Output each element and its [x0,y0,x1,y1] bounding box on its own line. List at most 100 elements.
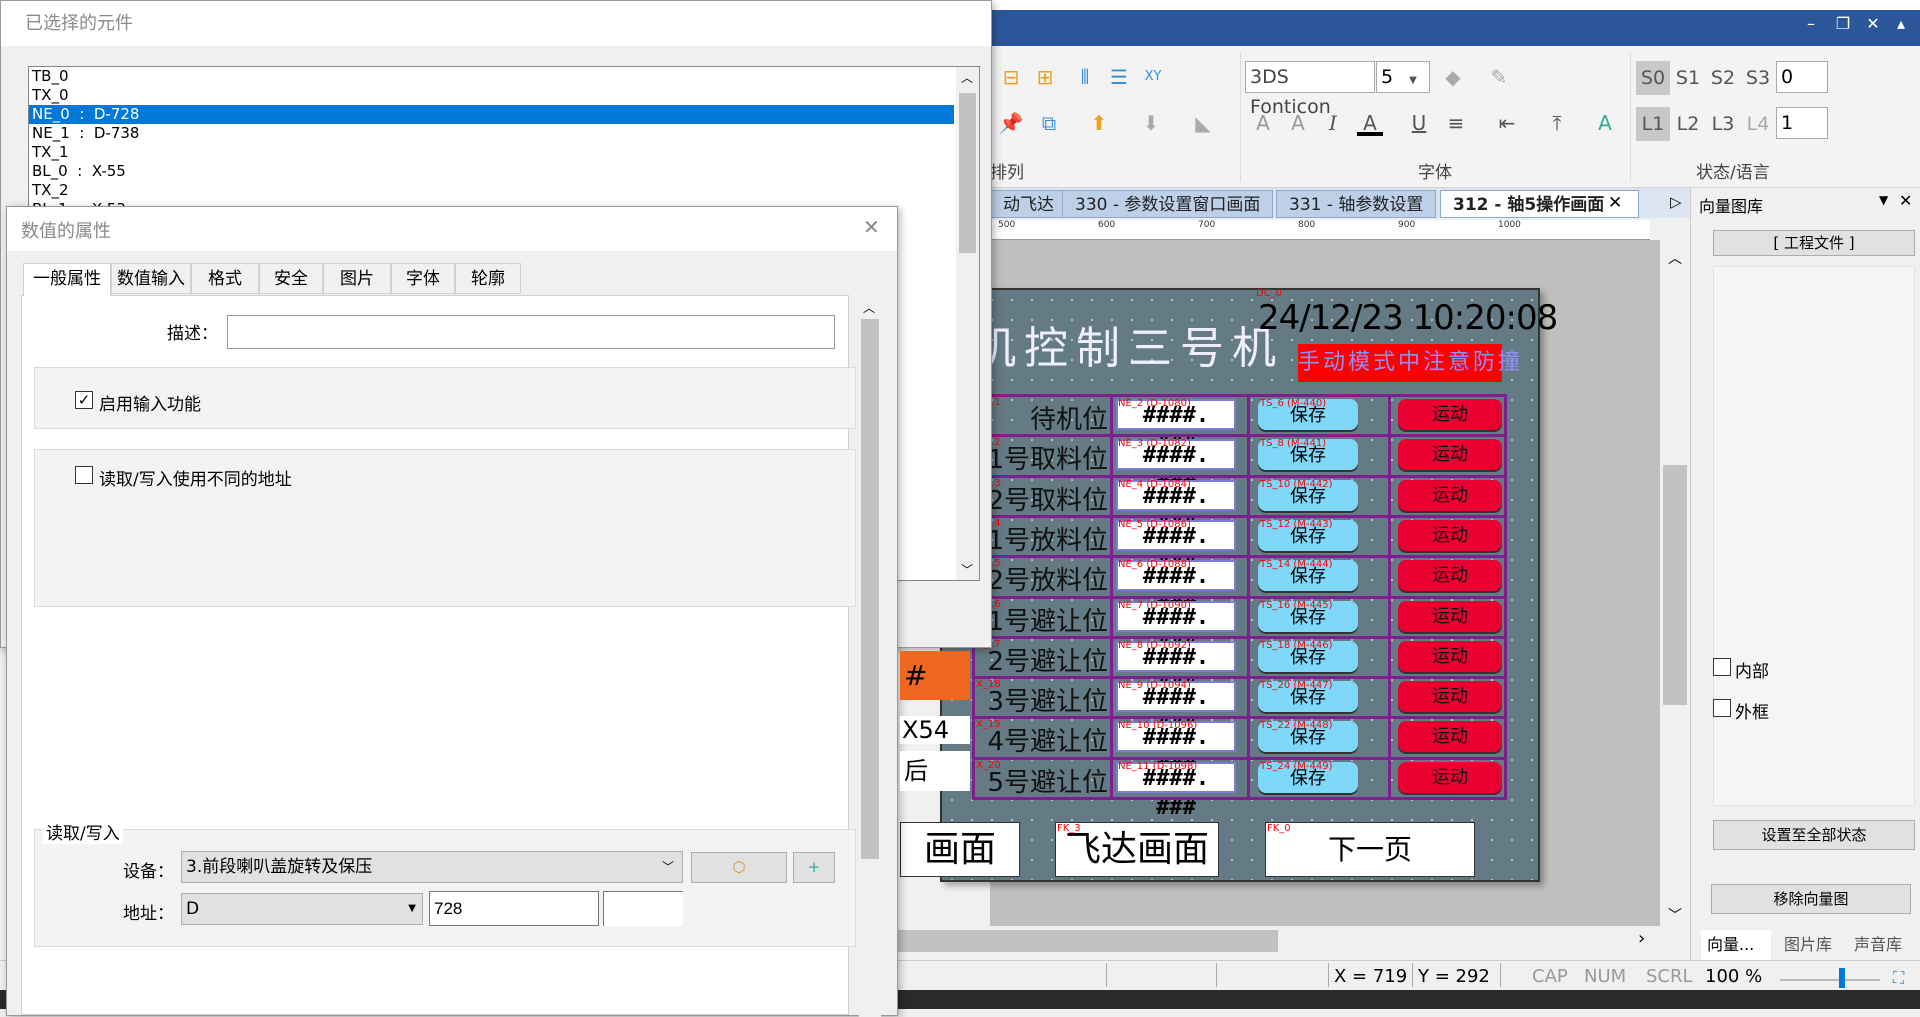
scroll-up-icon[interactable]: ︿ [961,69,973,86]
vertical-scrollbar[interactable]: ︿ ﹀ [1660,240,1690,930]
datetime-display[interactable]: 24/12/23 10:20:08 [1258,298,1558,338]
project-files-button[interactable]: [ 工程文件 ] [1713,230,1915,256]
font-name-combo[interactable]: 3DS Fonticon [1245,61,1375,118]
address-type-select[interactable]: D ▼ [181,893,423,925]
frame-checkbox[interactable] [1713,699,1731,717]
screen-title[interactable]: 机控制三号机 [972,312,1284,376]
run-button[interactable]: 运动 [1398,399,1502,430]
description-input[interactable] [227,315,835,349]
list-item[interactable]: BL_0 : X-55 [29,162,954,181]
x54-lamp[interactable]: X54 [900,716,970,744]
align-center-vertical-icon[interactable]: ⊟ [998,64,1024,90]
panel-menu-icon[interactable]: ▼ [1879,193,1888,207]
scroll-thumb[interactable] [959,93,976,253]
underline-icon[interactable]: U [1406,110,1432,136]
close-icon[interactable]: ✕ [863,215,880,239]
list-item[interactable]: TX_1 [29,143,954,162]
tab-images[interactable]: 图片库 [1773,930,1843,960]
align-text-icon[interactable]: ≡ [1443,110,1469,136]
format-painter-icon[interactable]: ✎ [1486,64,1512,90]
horizontal-scrollbar[interactable]: › [898,926,1660,956]
remove-vector-button[interactable]: 移除向量图 [1711,884,1911,914]
tab-1[interactable]: 一般属性 [23,263,111,296]
run-button[interactable]: 运动 [1398,479,1502,511]
tab-4[interactable]: 安全 [259,263,323,294]
list-item[interactable]: NE_0 : D-728 [29,105,954,124]
tab-3[interactable]: 格式 [191,263,259,294]
state-s2-button[interactable]: S2 [1706,61,1740,95]
text-style-icon[interactable]: A [1592,110,1618,136]
italic-icon[interactable]: I [1320,110,1346,136]
tab-scroll-right-icon[interactable]: ▷ [1670,193,1682,211]
align-center-horizontal-icon[interactable]: ⊞ [1032,64,1058,90]
minimize-button[interactable]: – [1800,14,1822,33]
font-color-icon[interactable]: A [1357,110,1383,136]
panel-close-icon[interactable]: ✕ [1899,191,1912,210]
distribute-vertical-icon[interactable]: ☰ [1106,64,1132,90]
tab-331[interactable]: 331 - 轴参数设置 [1276,190,1437,218]
tab-7[interactable]: 轮廓 [455,263,521,294]
tab-sounds[interactable]: 声音库 [1843,930,1913,960]
inner-checkbox[interactable] [1713,658,1731,676]
different-address-checkbox[interactable] [75,466,93,484]
list-scrollbar[interactable]: ︿ ﹀ [956,67,979,580]
tab-close-icon[interactable]: ✕ [1608,193,1622,213]
collapse-ribbon-button[interactable]: ▴ [1890,14,1912,33]
bring-front-icon[interactable]: ⬆ [1086,110,1112,136]
flip-icon[interactable]: ◣ [1190,110,1216,136]
after-button[interactable]: 后 [900,751,970,791]
tab-5[interactable]: 图片 [323,263,391,294]
run-button[interactable]: 运动 [1398,560,1502,592]
paint-bucket-icon[interactable]: ◆ [1440,64,1466,90]
address-input[interactable] [429,891,599,926]
warning-banner[interactable]: 手动模式中注意防撞 [1298,344,1520,382]
group-icon[interactable]: ⧉ [1036,110,1062,136]
pin-icon[interactable]: 📌 [998,110,1024,136]
list-item[interactable]: TB_0 [29,67,954,86]
tab-330[interactable]: 330 - 参数设置窗口画面 [1062,190,1274,218]
lang-l4-button[interactable]: L4 [1741,107,1775,141]
font-size-combo[interactable]: 5 ▼ [1376,61,1430,93]
tab-feeder[interactable]: 动飞达 [990,190,1067,218]
run-button[interactable]: 运动 [1398,761,1502,793]
add-device-button[interactable]: + [793,852,835,883]
run-button[interactable]: 运动 [1398,439,1502,471]
scroll-right-icon[interactable]: › [1638,928,1645,949]
send-back-icon[interactable]: ⬇ [1138,110,1164,136]
lang-l1-button[interactable]: L1 [1636,107,1670,141]
language-spinner[interactable]: 1 [1776,107,1828,139]
scroll-thumb[interactable] [898,930,1278,952]
vertical-align-top-icon[interactable]: ⤒ [1544,110,1570,136]
run-button[interactable]: 运动 [1398,519,1502,551]
status-indicator[interactable]: # [900,651,970,700]
scroll-thumb[interactable] [861,319,879,859]
lang-l2-button[interactable]: L2 [1671,107,1705,141]
device-settings-button[interactable]: ⬡ [691,852,787,883]
state-s3-button[interactable]: S3 [1741,61,1775,95]
run-button[interactable]: 运动 [1398,681,1502,713]
enable-input-checkbox[interactable]: ✓ [75,391,93,409]
screen-nav-button[interactable]: 画面 [900,822,1020,877]
fit-screen-icon[interactable]: ⛶ [1893,968,1904,988]
zoom-slider[interactable] [1780,979,1880,981]
scroll-up-icon[interactable]: ︿ [863,299,875,316]
scroll-down-icon[interactable]: ﹀ [961,561,973,578]
indent-left-icon[interactable]: ⇤ [1494,110,1520,136]
state-spinner[interactable]: 0 [1776,61,1828,93]
tab-2[interactable]: 数值输入 [111,263,191,294]
scroll-up-icon[interactable]: ︿ [1668,248,1682,268]
close-button[interactable]: ✕ [1862,14,1884,33]
run-button[interactable]: 运动 [1398,721,1502,753]
restore-button[interactable]: ❐ [1832,14,1854,33]
scroll-down-icon[interactable]: ﹀ [1668,905,1682,925]
position-xy-icon[interactable]: XY [1140,64,1166,90]
tab-6[interactable]: 字体 [391,263,455,294]
font-grow-icon[interactable]: A [1250,110,1276,136]
dialog-scrollbar[interactable]: ︿ [859,297,881,1017]
list-item[interactable]: NE_1 : D-738 [29,124,954,143]
device-select[interactable]: 3.前段喇叭盖旋转及保压 ﹀ [181,851,683,883]
run-button[interactable]: 运动 [1398,600,1502,632]
zoom-slider-thumb[interactable] [1839,968,1845,988]
lang-l3-button[interactable]: L3 [1706,107,1740,141]
list-item[interactable]: TX_0 [29,86,954,105]
